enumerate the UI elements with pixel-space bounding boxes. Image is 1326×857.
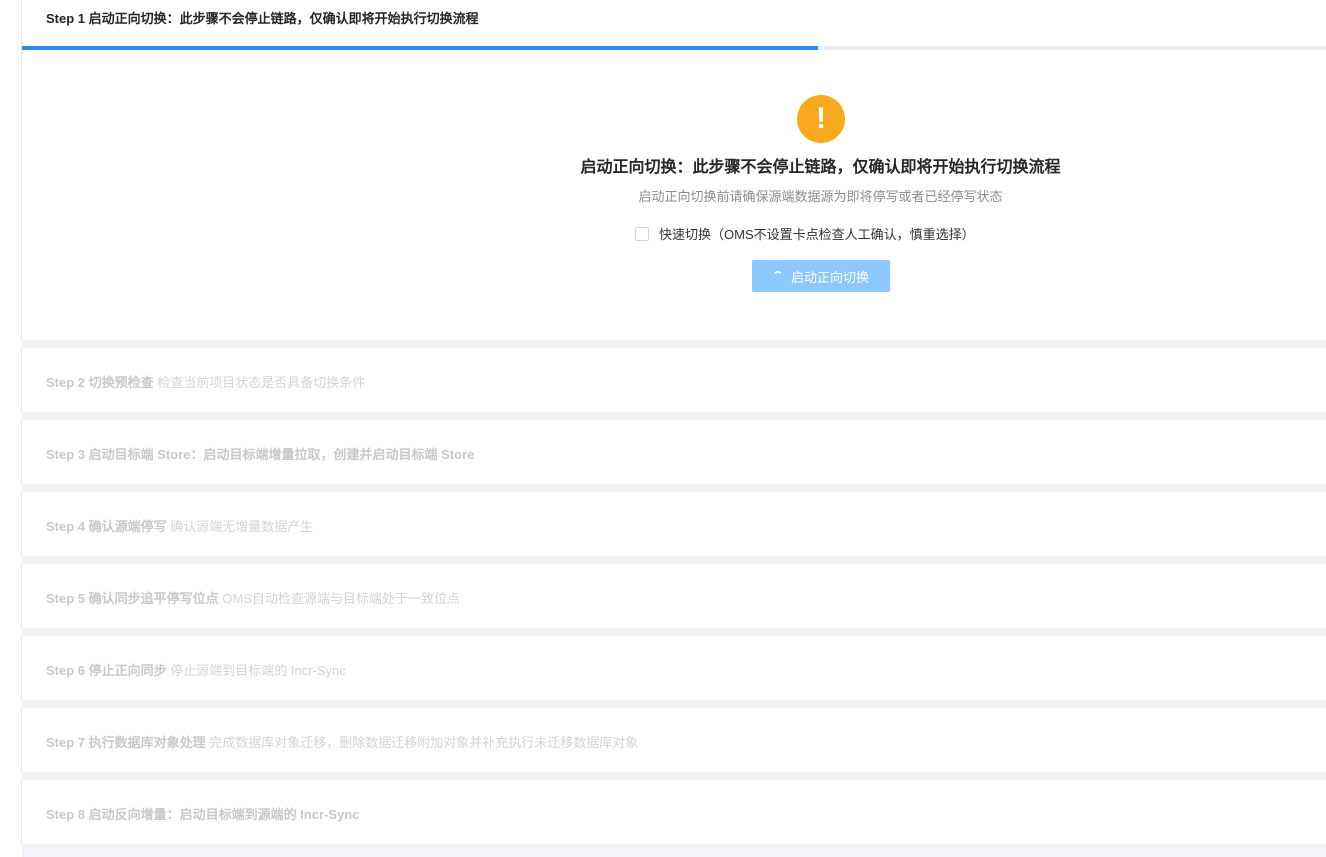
step-5-line: Step 5 确认同步追平停写位点 OMS自动检查源端与目标端处于一致位点: [46, 588, 460, 607]
step-4-line: Step 4 确认源端停写 确认源端无增量数据产生: [46, 516, 313, 535]
step-7-card[interactable]: Step 7 执行数据库对象处理 完成数据库对象迁移，删除数据迁移附加对象并补充…: [21, 708, 1326, 772]
step-2-line: Step 2 切换预检查 检查当前项目状态是否具备切换条件: [46, 372, 365, 391]
step-5-card[interactable]: Step 5 确认同步追平停写位点 OMS自动检查源端与目标端处于一致位点: [21, 564, 1326, 628]
step-progress-track: [22, 46, 1326, 50]
step-5-desc: OMS自动检查源端与目标端处于一致位点: [222, 591, 460, 606]
step-6-desc: 停止源端到目标端的 Incr-Sync: [170, 663, 346, 678]
fast-switch-label: 快速切换（OMS不设置卡点检查人工确认，慎重选择）: [659, 227, 975, 242]
step-8-line: Step 8 启动反向增量：启动目标端到源端的 Incr-Sync: [46, 804, 359, 823]
step-6-title: Step 6 停止正向同步: [46, 663, 167, 678]
step-4-desc: 确认源端无增量数据产生: [170, 519, 314, 534]
step-3-title: Step 3 启动目标端 Store：启动目标端增量拉取，创建并启动目标端 St…: [46, 447, 475, 462]
step-4-card[interactable]: Step 4 确认源端停写 确认源端无增量数据产生: [21, 492, 1326, 556]
step-1-header: Step 1 启动正向切换：此步骤不会停止链路，仅确认即将开始执行切换流程: [46, 11, 479, 26]
left-gutter: [0, 0, 22, 857]
step-7-line: Step 7 执行数据库对象处理 完成数据库对象迁移，删除数据迁移附加对象并补充…: [46, 732, 638, 751]
step-4-title: Step 4 确认源端停写: [46, 519, 167, 534]
step-7-desc: 完成数据库对象迁移，删除数据迁移附加对象并补充执行未迁移数据库对象: [209, 735, 639, 750]
step-3-card[interactable]: Step 3 启动目标端 Store：启动目标端增量拉取，创建并启动目标端 St…: [21, 420, 1326, 484]
loading-spinner-icon: [772, 271, 783, 281]
confirm-title: 启动正向切换：此步骤不会停止链路，仅确认即将开始执行切换流程: [580, 159, 1061, 176]
fast-switch-option[interactable]: 快速切换（OMS不设置卡点检查人工确认，慎重选择）: [635, 224, 975, 243]
fast-switch-checkbox[interactable]: [635, 226, 649, 241]
step-2-title: Step 2 切换预检查: [46, 375, 154, 390]
start-forward-switch-button[interactable]: 启动正向切换: [752, 260, 890, 292]
step-3-line: Step 3 启动目标端 Store：启动目标端增量拉取，创建并启动目标端 St…: [46, 444, 474, 463]
step-6-card[interactable]: Step 6 停止正向同步 停止源端到目标端的 Incr-Sync: [21, 636, 1326, 700]
step-8-card[interactable]: Step 8 启动反向增量：启动目标端到源端的 Incr-Sync: [21, 780, 1326, 844]
step-5-title: Step 5 确认同步追平停写位点: [46, 591, 219, 606]
step-8-title: Step 8 启动反向增量：启动目标端到源端的 Incr-Sync: [46, 807, 360, 822]
step-2-card[interactable]: Step 2 切换预检查 检查当前项目状态是否具备切换条件: [21, 348, 1326, 412]
start-button-label: 启动正向切换: [790, 269, 869, 285]
exclamation-icon: !: [797, 95, 845, 143]
step-progress-fill: [22, 46, 819, 50]
confirm-description: 启动正向切换前请确保源端数据源为即将停写或者已经停写状态: [638, 189, 1003, 204]
step-6-line: Step 6 停止正向同步 停止源端到目标端的 Incr-Sync: [46, 660, 346, 679]
step-1-panel: Step 1 启动正向切换：此步骤不会停止链路，仅确认即将开始执行切换流程 ! …: [21, 0, 1326, 340]
switch-steps-page: Step 1 启动正向切换：此步骤不会停止链路，仅确认即将开始执行切换流程 ! …: [0, 0, 1326, 857]
step-2-desc: 检查当前项目状态是否具备切换条件: [157, 375, 366, 390]
step-7-title: Step 7 执行数据库对象处理: [46, 735, 206, 750]
